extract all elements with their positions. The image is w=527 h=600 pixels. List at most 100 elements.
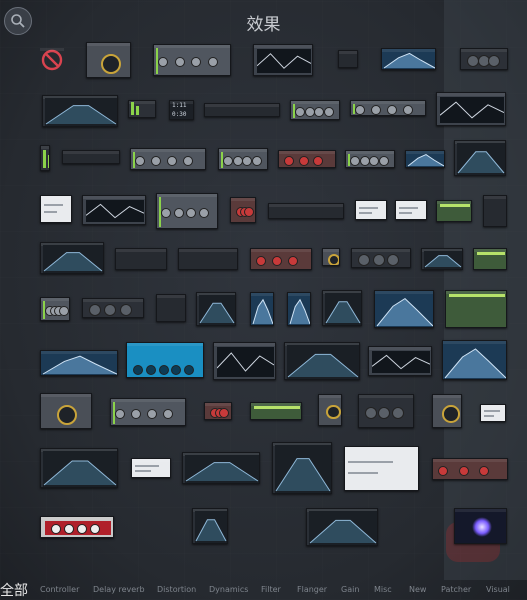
effect-thumbnail[interactable] [196,292,236,326]
effect-thumbnail[interactable] [421,248,463,270]
effect-thumbnail[interactable] [381,48,436,70]
effect-thumbnail[interactable] [306,508,378,546]
effect-thumbnail[interactable] [192,508,228,544]
effect-thumbnail[interactable] [318,394,342,426]
effect-thumbnail[interactable] [230,197,256,223]
knob-icon [295,107,305,117]
spectrum-icon [383,52,435,69]
effect-thumbnail[interactable] [82,195,146,225]
effect-thumbnail[interactable] [86,42,131,78]
effect-thumbnail[interactable] [156,294,186,322]
category-visual[interactable]: Visual [486,585,510,594]
effect-thumbnail[interactable] [110,398,186,426]
category-bar: 全部 Controller Delay reverb Distortion Dy… [0,578,527,600]
effect-thumbnail[interactable] [115,248,167,270]
knob-icon [171,365,182,375]
effect-thumbnail[interactable] [432,458,508,480]
effect-thumbnail[interactable] [473,248,507,270]
effect-thumbnail[interactable] [178,248,238,270]
effect-thumbnail[interactable] [272,442,332,494]
category-misc[interactable]: Misc [374,585,392,594]
knob-icon [119,304,132,316]
curve-display-icon [199,295,235,325]
effect-thumbnail[interactable] [284,342,360,380]
category-distortion[interactable]: Distortion [157,585,196,594]
effect-thumbnail[interactable] [40,393,92,429]
effect-thumbnail[interactable] [82,298,144,318]
effect-thumbnail[interactable] [204,402,232,420]
effect-thumbnail[interactable] [480,404,506,422]
effect-thumbnail[interactable] [62,150,120,164]
effect-thumbnail[interactable] [445,290,507,328]
effect-thumbnail[interactable] [460,48,508,70]
effect-thumbnail[interactable] [483,195,507,227]
effect-thumbnail[interactable] [351,248,411,268]
effect-thumbnail[interactable] [40,48,64,72]
knob-icon [304,107,315,117]
knob-icon [158,365,169,375]
effect-thumbnail[interactable] [405,150,445,168]
effect-thumbnail[interactable] [218,148,268,170]
effect-thumbnail[interactable] [156,193,218,229]
effect-thumbnail[interactable] [278,150,336,168]
effect-thumbnail[interactable] [40,145,50,171]
effect-thumbnail[interactable] [153,44,231,76]
effect-thumbnail[interactable] [268,203,344,219]
category-new[interactable]: New [409,585,426,594]
effect-thumbnail[interactable] [40,350,118,376]
effect-thumbnail[interactable] [436,92,506,126]
effect-thumbnail[interactable] [287,292,311,326]
effect-thumbnail[interactable] [40,448,118,488]
effect-thumbnail[interactable]: 1:11 0:30 [169,100,194,120]
category-patcher[interactable]: Patcher [441,585,471,594]
effect-thumbnail[interactable] [204,103,280,117]
effect-thumbnail[interactable] [40,516,114,538]
effect-thumbnail[interactable] [454,508,507,544]
effect-thumbnail[interactable] [131,458,171,478]
effect-thumbnail[interactable] [128,100,156,118]
effect-thumbnail[interactable] [442,340,507,380]
effect-thumbnail[interactable] [344,446,419,491]
effect-thumbnail[interactable] [42,95,118,127]
category-flanger[interactable]: Flanger [297,585,327,594]
effect-thumbnail[interactable] [345,150,395,168]
spectrum-icon [407,154,444,167]
curve-display-icon [185,455,259,483]
effect-thumbnail[interactable] [374,290,434,328]
knob-icon [371,105,381,115]
category-gain[interactable]: Gain [341,585,359,594]
knob-icon [359,156,370,166]
effect-thumbnail[interactable] [322,290,362,326]
effect-thumbnail[interactable] [350,100,426,116]
knob-icon [358,254,370,266]
effect-thumbnail[interactable] [213,342,276,380]
effect-thumbnail[interactable] [250,292,274,326]
effect-thumbnail[interactable] [290,100,340,120]
category-delay-reverb[interactable]: Delay reverb [93,585,145,594]
effect-thumbnail[interactable] [368,346,432,376]
knob-icon [372,254,385,266]
category-controller[interactable]: Controller [40,585,79,594]
effect-thumbnail[interactable] [250,402,302,420]
effect-thumbnail[interactable] [454,140,506,176]
category-dynamics[interactable]: Dynamics [209,585,248,594]
effect-thumbnail[interactable] [432,394,462,428]
effect-thumbnail[interactable] [358,394,414,428]
effect-thumbnail[interactable] [126,342,204,378]
knob-icon [183,156,193,166]
knob-icon [191,57,201,67]
category-all[interactable]: 全部 [0,580,28,600]
effect-thumbnail[interactable] [40,195,72,223]
effect-thumbnail[interactable] [182,452,260,484]
effect-thumbnail[interactable] [130,148,206,170]
effect-thumbnail[interactable] [40,242,104,274]
category-filter[interactable]: Filter [261,585,281,594]
effect-thumbnail[interactable] [250,248,312,270]
effect-thumbnail[interactable] [395,200,427,220]
effect-thumbnail[interactable] [253,44,313,76]
effect-thumbnail[interactable] [436,200,472,222]
effect-thumbnail[interactable] [338,50,358,68]
effect-thumbnail[interactable] [40,297,70,321]
effect-thumbnail[interactable] [322,248,340,266]
effect-thumbnail[interactable] [355,200,387,220]
